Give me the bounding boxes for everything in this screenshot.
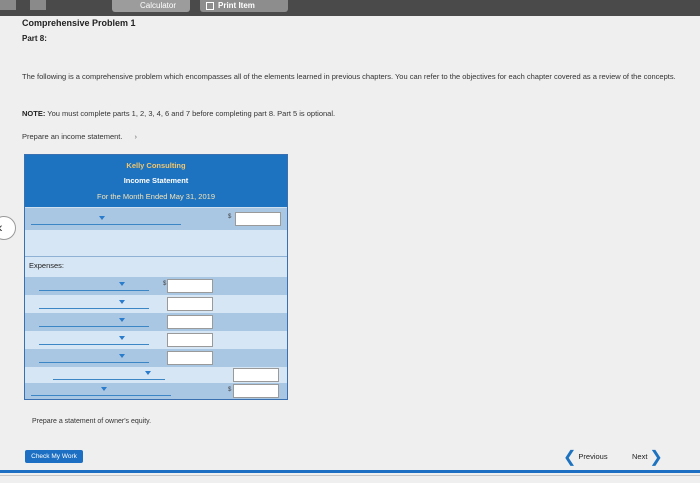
chevron-down-icon [101, 387, 107, 391]
collapse-panel-button[interactable]: ‹ [0, 216, 16, 240]
toolbar-tab[interactable] [0, 0, 16, 10]
chevron-down-icon [99, 216, 105, 220]
net-income-row: $ [25, 383, 287, 399]
mouse-cursor-icon: › [134, 132, 137, 141]
spacer-row [25, 230, 287, 256]
total-expenses-input[interactable] [233, 368, 279, 382]
note-text: NOTE: You must complete parts 1, 2, 3, 4… [22, 109, 335, 118]
previous-button[interactable]: ❮ Previous [563, 447, 608, 467]
revenue-account-dropdown[interactable] [31, 212, 181, 225]
expenses-label: Expenses: [29, 261, 65, 270]
expense-row [25, 349, 287, 367]
expense-amount-input[interactable] [167, 333, 213, 347]
dollar-sign: $ [228, 387, 232, 393]
total-expenses-dropdown[interactable] [53, 367, 165, 380]
calculator-label: Calculator [140, 1, 177, 10]
top-toolbar: Calculator Print Item [0, 0, 700, 16]
next-label: Next [632, 452, 648, 461]
statement-name: Income Statement [123, 176, 189, 185]
print-item-label: Print Item [218, 1, 255, 10]
footer-divider [0, 475, 700, 476]
toolbar-tab[interactable] [30, 0, 46, 10]
printer-icon [206, 2, 214, 10]
expense-amount-input[interactable] [167, 315, 213, 329]
check-my-work-button[interactable]: Check My Work [25, 450, 83, 463]
problem-title: Comprehensive Problem 1 [22, 18, 136, 28]
revenue-row: $ [25, 208, 287, 230]
expense-row [25, 331, 287, 349]
income-statement-table: Kelly Consulting Income Statement For th… [24, 154, 288, 400]
expense-account-dropdown[interactable] [39, 296, 149, 309]
chevron-down-icon [119, 282, 125, 286]
chevron-down-icon [145, 371, 151, 375]
intro-text: The following is a comprehensive problem… [22, 72, 676, 81]
income-instruction: Prepare an income statement. › [22, 132, 137, 141]
statement-period: For the Month Ended May 31, 2019 [97, 192, 215, 201]
expense-account-dropdown[interactable] [39, 278, 149, 291]
expense-account-dropdown[interactable] [39, 350, 149, 363]
problem-content: Comprehensive Problem 1 Part 8: The foll… [0, 16, 700, 483]
equity-instruction: Prepare a statement of owner's equity. [32, 418, 152, 425]
chevron-down-icon [119, 300, 125, 304]
note-label: NOTE: [22, 109, 46, 118]
expense-account-dropdown[interactable] [39, 332, 149, 345]
next-button[interactable]: Next ❯ [632, 447, 663, 467]
income-instruction-text: Prepare an income statement. [22, 132, 123, 141]
expenses-label-row: Expenses: [25, 256, 287, 277]
previous-label: Previous [578, 452, 608, 461]
expense-amount-input[interactable] [167, 297, 213, 311]
chevron-left-icon: ❮ [563, 449, 577, 466]
total-expenses-row [25, 367, 287, 383]
expense-account-dropdown[interactable] [39, 314, 149, 327]
expense-row [25, 313, 287, 331]
chevron-right-icon: ❯ [649, 449, 663, 466]
net-income-input[interactable] [233, 384, 279, 398]
chevron-left-icon: ‹ [0, 219, 3, 235]
expense-amount-input[interactable] [167, 279, 213, 293]
dollar-sign: $ [228, 214, 232, 220]
expense-row: $ [25, 277, 287, 295]
expense-amount-input[interactable] [167, 351, 213, 365]
chevron-down-icon [119, 336, 125, 340]
revenue-amount-input[interactable] [235, 212, 281, 226]
footer-divider [0, 470, 700, 473]
company-name: Kelly Consulting [126, 161, 186, 170]
expense-row [25, 295, 287, 313]
chevron-down-icon [119, 354, 125, 358]
chevron-down-icon [119, 318, 125, 322]
note-body: You must complete parts 1, 2, 3, 4, 6 an… [47, 109, 336, 118]
statement-header: Kelly Consulting Income Statement For th… [25, 155, 287, 207]
dollar-sign: $ [163, 281, 167, 287]
net-income-dropdown[interactable] [31, 383, 171, 396]
part-heading: Part 8: [22, 34, 47, 43]
